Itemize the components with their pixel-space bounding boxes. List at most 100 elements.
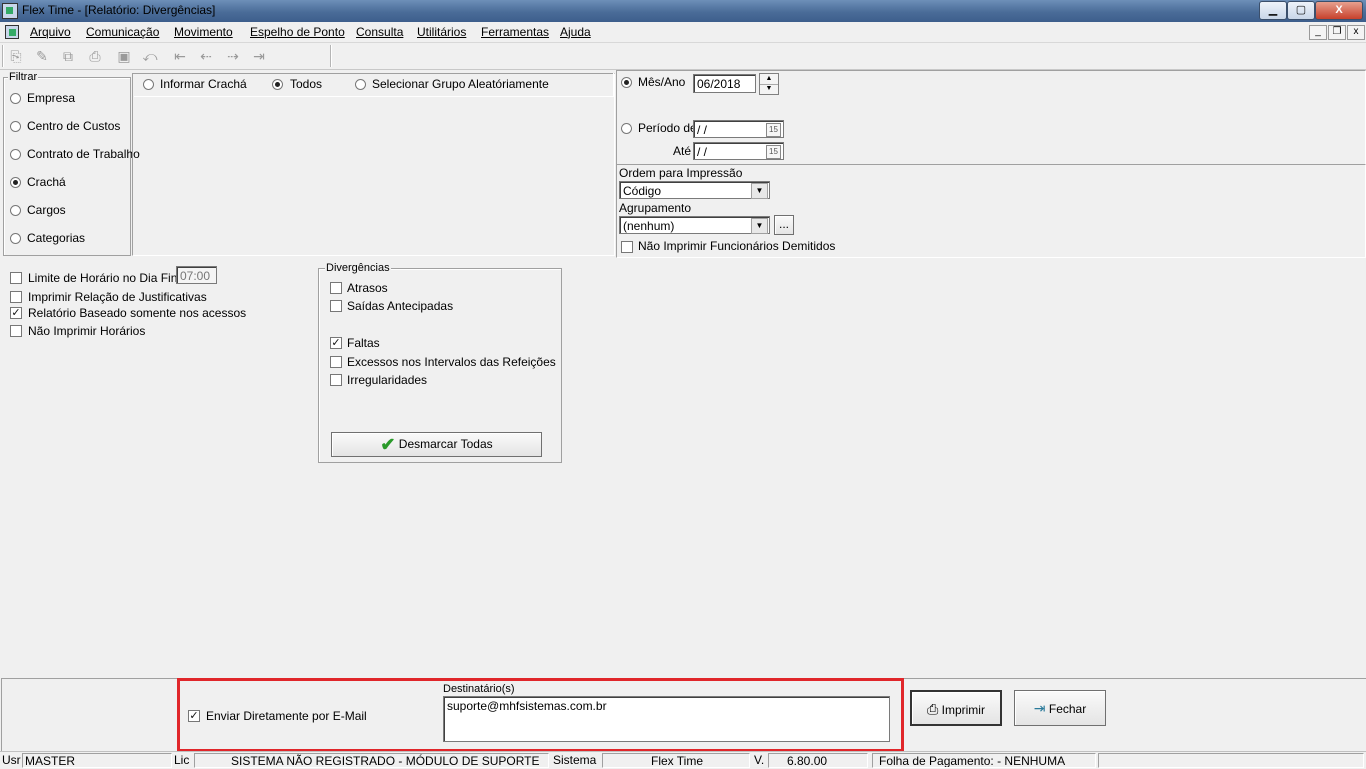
desmarcar-todas-button[interactable]: ✔ Desmarcar Todas	[331, 432, 542, 457]
filtrar-label-centro-de-custos[interactable]: Centro de Custos	[27, 119, 120, 133]
radio-periodo[interactable]	[621, 123, 632, 134]
maximize-button[interactable]: ▢	[1287, 1, 1315, 20]
option-checkbox-relatorio-baseado-somente-nos-acessos[interactable]: ✓	[10, 307, 22, 319]
radio-filtrar-categorias[interactable]	[10, 233, 21, 244]
sistema-value: Flex Time	[602, 753, 750, 768]
option-label-relatorio-baseado-somente-nos-acessos[interactable]: Relatório Baseado somente nos acessos	[28, 306, 246, 320]
divergencia-checkbox-excessos-nos-intervalos-das-refeicoes[interactable]	[330, 356, 342, 368]
limite-horario-input[interactable]: 07:00	[176, 266, 217, 284]
radio-filtrar-cracha[interactable]	[10, 177, 21, 188]
divergencia-checkbox-irregularidades[interactable]	[330, 374, 342, 386]
usr-value: MASTER	[22, 753, 172, 768]
ate-label: Até	[673, 144, 692, 158]
menu-utilitarios[interactable]: Utilitários	[417, 25, 466, 39]
mdi-minimize-button[interactable]: _	[1309, 25, 1327, 40]
ordem-select[interactable]: Código ▼	[619, 181, 770, 199]
option-label-limite-de-horario-no-dia-final[interactable]: Limite de Horário no Dia Final	[28, 271, 187, 285]
window-title: Flex Time - [Relatório: Divergências]	[22, 3, 216, 17]
mes-ano-spinner[interactable]: ▲ ▼	[759, 73, 779, 95]
selecionar-grupo-label[interactable]: Selecionar Grupo Aleatóriamente	[372, 77, 549, 91]
title-bar: Flex Time - [Relatório: Divergências] ▁ …	[0, 0, 1366, 22]
printer-icon: ⎙	[927, 701, 939, 717]
option-checkbox-imprimir-relacao-de-justificativas[interactable]	[10, 291, 22, 303]
menu-arquivo[interactable]: Arquivo	[30, 25, 71, 39]
radio-filtrar-contrato-de-trabalho[interactable]	[10, 149, 21, 160]
edit-icon[interactable]: ✎	[34, 48, 50, 64]
radio-informar-cracha[interactable]	[143, 79, 154, 90]
print-icon[interactable]: ⎙	[87, 48, 103, 64]
exit-door-icon: ⇥	[1033, 700, 1046, 716]
radio-todos[interactable]	[272, 79, 283, 90]
nao-imprimir-demitidos-label[interactable]: Não Imprimir Funcionários Demitidos	[638, 239, 835, 253]
next-icon[interactable]: ⇢	[225, 48, 241, 64]
versao-value: 6.80.00	[768, 753, 868, 768]
agrupamento-select[interactable]: (nenhum) ▼	[619, 216, 770, 234]
option-checkbox-limite-de-horario-no-dia-final[interactable]	[10, 272, 22, 284]
last-icon[interactable]: ⇥	[251, 48, 267, 64]
agrupamento-label: Agrupamento	[619, 201, 692, 215]
menu-espelho-de-ponto[interactable]: Espelho de Ponto	[250, 25, 345, 39]
informar-cracha-label[interactable]: Informar Crachá	[160, 77, 247, 91]
fechar-button[interactable]: ⇥ Fechar	[1014, 690, 1106, 726]
first-icon[interactable]: ⇤	[172, 48, 188, 64]
divergencia-checkbox-faltas[interactable]: ✓	[330, 337, 342, 349]
new-icon[interactable]: ⎘	[8, 48, 24, 64]
toolbar: ⎘ ✎ ⧉ ⎙ ▣ ⤺ ⇤ ⇠ ⇢ ⇥	[0, 43, 1366, 70]
previous-icon[interactable]: ⇠	[198, 48, 214, 64]
menu-ferramentas[interactable]: Ferramentas	[481, 25, 549, 39]
option-label-nao-imprimir-horarios[interactable]: Não Imprimir Horários	[28, 324, 145, 338]
divergencia-label-atrasos[interactable]: Atrasos	[347, 281, 388, 295]
minimize-button[interactable]: ▁	[1259, 1, 1287, 20]
mdi-child-icon[interactable]	[5, 25, 19, 39]
divergencias-label: Divergências	[325, 262, 391, 274]
mes-ano-input[interactable]: 06/2018	[693, 74, 756, 93]
menu-comunicacao[interactable]: Comunicação	[86, 25, 159, 39]
undo-icon[interactable]: ⤺	[142, 48, 158, 64]
mdi-restore-button[interactable]: ❐	[1328, 25, 1346, 40]
radio-filtrar-centro-de-custos[interactable]	[10, 121, 21, 132]
status-panel-empty	[1098, 753, 1364, 768]
chevron-down-icon[interactable]: ▼	[751, 183, 768, 199]
ate-input[interactable]: / / 15	[693, 142, 784, 160]
close-button[interactable]: X	[1315, 1, 1363, 20]
divergencia-checkbox-saidas-antecipadas[interactable]	[330, 300, 342, 312]
radio-mes-ano[interactable]	[621, 77, 632, 88]
mdi-close-button[interactable]: x	[1347, 25, 1365, 40]
mes-ano-label[interactable]: Mês/Ano	[638, 75, 685, 89]
periodo-de-input[interactable]: / / 15	[693, 120, 784, 138]
menu-ajuda[interactable]: Ajuda	[560, 25, 591, 39]
divergencia-label-faltas[interactable]: Faltas	[347, 336, 380, 350]
calendar-icon[interactable]: 15	[766, 123, 781, 137]
chevron-down-icon[interactable]: ▼	[751, 218, 768, 234]
menu-bar: Arquivo Comunicação Movimento Espelho de…	[0, 22, 1366, 43]
radio-filtrar-cargos[interactable]	[10, 205, 21, 216]
usr-label: Usr	[2, 753, 21, 767]
divergencia-checkbox-atrasos[interactable]	[330, 282, 342, 294]
option-checkbox-nao-imprimir-horarios[interactable]	[10, 325, 22, 337]
spin-down-icon[interactable]: ▼	[760, 84, 778, 94]
radio-selecionar-grupo[interactable]	[355, 79, 366, 90]
divergencia-label-saidas-antecipadas[interactable]: Saídas Antecipadas	[347, 299, 453, 313]
filtrar-label-categorias[interactable]: Categorias	[27, 231, 85, 245]
filtrar-label-cargos[interactable]: Cargos	[27, 203, 66, 217]
todos-label[interactable]: Todos	[290, 77, 322, 91]
agrupamento-browse-button[interactable]: ...	[774, 215, 794, 235]
divergencia-label-irregularidades[interactable]: Irregularidades	[347, 373, 427, 387]
filtrar-label-cracha[interactable]: Crachá	[27, 175, 66, 189]
menu-movimento[interactable]: Movimento	[174, 25, 233, 39]
status-bar: Usr MASTER Lic SISTEMA NÃO REGISTRADO - …	[0, 751, 1366, 769]
save-icon[interactable]: ▣	[116, 48, 132, 64]
divergencia-label-excessos-nos-intervalos-das-refeicoes[interactable]: Excessos nos Intervalos das Refeições	[347, 355, 556, 369]
nao-imprimir-demitidos-checkbox[interactable]	[621, 241, 633, 253]
menu-consulta[interactable]: Consulta	[356, 25, 403, 39]
periodo-de-label[interactable]: Período de	[638, 121, 697, 135]
ordem-label: Ordem para Impressão	[619, 166, 743, 180]
calendar-icon[interactable]: 15	[766, 145, 781, 159]
filtrar-label-contrato-de-trabalho[interactable]: Contrato de Trabalho	[27, 147, 140, 161]
radio-filtrar-empresa[interactable]	[10, 93, 21, 104]
copy-icon[interactable]: ⧉	[60, 48, 76, 64]
imprimir-button[interactable]: ⎙ Imprimir	[910, 690, 1002, 726]
app-icon[interactable]	[2, 3, 18, 19]
filtrar-label-empresa[interactable]: Empresa	[27, 91, 75, 105]
option-label-imprimir-relacao-de-justificativas[interactable]: Imprimir Relação de Justificativas	[28, 290, 207, 304]
